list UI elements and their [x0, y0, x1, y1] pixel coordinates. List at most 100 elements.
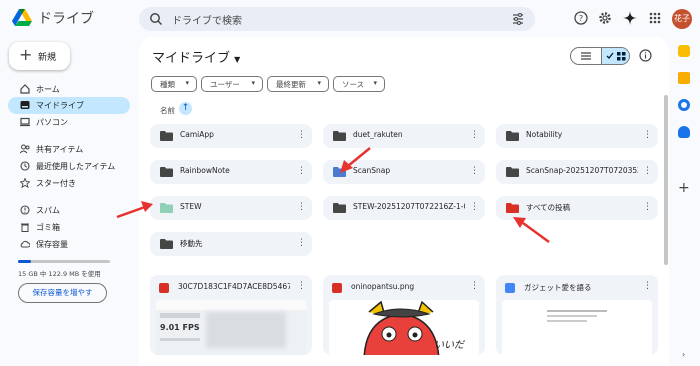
sidebar-item-spam[interactable]: スパム — [8, 202, 130, 219]
sidebar-item-home[interactable]: ホーム — [8, 81, 130, 98]
folder-icon — [160, 239, 173, 249]
more-options-icon[interactable]: ⋮ — [297, 165, 306, 178]
thumbnail-text: 9.01 FPS — [160, 323, 200, 332]
add-addon-icon[interactable]: + — [678, 180, 690, 196]
more-options-icon[interactable]: ⋮ — [297, 129, 306, 142]
folder-icon — [333, 131, 346, 141]
search-icon[interactable] — [149, 12, 163, 26]
svg-text:?: ? — [579, 14, 583, 23]
sidebar-item-label: 保存容量 — [36, 240, 68, 249]
annotation-arrow — [513, 217, 550, 244]
sort-direction-arrow-icon[interactable]: ↑ — [179, 102, 192, 115]
search-input[interactable]: ドライブで検索 — [172, 12, 242, 27]
filter-source-chip[interactable]: ソース ▾ — [333, 76, 385, 92]
filter-people-chip[interactable]: ユーザー ▾ — [201, 76, 263, 92]
keep-icon[interactable] — [678, 72, 690, 84]
sidebar-item-my-drive[interactable]: マイドライブ — [8, 97, 130, 114]
expand-panel-icon[interactable]: › — [682, 350, 685, 359]
folder-item[interactable]: ScanSnap-20251207T072035Z-1-001 ⋮ — [496, 160, 658, 184]
storage-usage-bar — [18, 260, 110, 263]
new-button[interactable]: + 新規 — [9, 42, 70, 70]
grid-view-icon — [606, 52, 626, 61]
more-options-icon[interactable]: ⋮ — [643, 281, 652, 291]
search-bar[interactable]: ドライブで検索 — [139, 7, 535, 31]
spam-icon — [20, 205, 30, 215]
get-more-storage-button[interactable]: 保存容量を増やす — [18, 283, 107, 303]
thumbnail-text: いいだ — [434, 340, 464, 351]
more-options-icon[interactable]: ⋮ — [470, 281, 479, 291]
filter-modified-chip[interactable]: 最終更新 ▾ — [267, 76, 329, 92]
list-view-button[interactable] — [571, 48, 601, 64]
file-name: oninopantsu.png — [351, 282, 415, 291]
people-icon — [20, 144, 30, 154]
more-options-icon[interactable]: ⋮ — [297, 237, 306, 250]
drive-logo-icon[interactable] — [12, 9, 32, 27]
sidebar-item-storage[interactable]: 保存容量 — [8, 236, 130, 253]
more-options-icon[interactable]: ⋮ — [643, 129, 652, 142]
file-card[interactable]: ガジェット愛を語る ⋮ — [496, 275, 658, 355]
more-options-icon[interactable]: ⋮ — [470, 165, 479, 178]
apps-grid-icon[interactable] — [648, 11, 662, 25]
calendar-icon[interactable] — [678, 45, 690, 57]
help-icon[interactable]: ? — [574, 11, 588, 25]
app-title[interactable]: ドライブ — [38, 8, 94, 28]
folder-name: STEW — [180, 202, 202, 211]
drive-icon — [20, 101, 30, 109]
sidebar-item-shared[interactable]: 共有アイテム — [8, 141, 130, 158]
new-button-label: 新規 — [38, 53, 57, 63]
clock-icon — [20, 161, 30, 171]
file-thumbnail: いいだ — [329, 300, 479, 355]
sidebar-item-label: ゴミ箱 — [36, 223, 60, 232]
folder-item[interactable]: STEW-20251207T072216Z-1-001 ⋮ — [323, 196, 485, 220]
file-card[interactable]: oninopantsu.png ⋮ いいだ — [323, 275, 485, 355]
sidebar-item-computers[interactable]: パソコン — [8, 114, 130, 131]
folder-item[interactable]: STEW ⋮ — [150, 196, 312, 220]
sidebar-item-starred[interactable]: スター付き — [8, 175, 130, 192]
sidebar-item-label: 最近使用したアイテム — [36, 162, 116, 171]
search-options-icon[interactable] — [511, 12, 525, 26]
list-view-icon — [581, 52, 591, 60]
more-options-icon[interactable]: ⋮ — [643, 165, 652, 178]
sidebar-item-recent[interactable]: 最近使用したアイテム — [8, 158, 130, 175]
dropdown-arrow-icon: ▾ — [317, 79, 321, 87]
folder-name: RainbowNote — [180, 166, 230, 175]
more-options-icon[interactable]: ⋮ — [643, 201, 652, 214]
storage-usage-text: 15 GB 中 122.9 MB を使用 — [18, 270, 101, 278]
sort-by-name[interactable]: 名前 — [160, 105, 175, 116]
sidebar-item-label: スパム — [36, 206, 60, 215]
filter-type-chip[interactable]: 種類 ▾ — [151, 76, 197, 92]
folder-icon — [160, 167, 173, 177]
folder-name: CamiApp — [180, 130, 214, 139]
image-icon — [332, 283, 342, 293]
folder-item[interactable]: RainbowNote ⋮ — [150, 160, 312, 184]
folder-name: duet_rakuten — [353, 130, 403, 139]
page-title[interactable]: マイドライブ ▼ — [152, 47, 240, 66]
scrollbar[interactable] — [664, 95, 668, 265]
settings-gear-icon[interactable] — [598, 11, 612, 25]
more-options-icon[interactable]: ⋮ — [297, 281, 306, 291]
more-options-icon[interactable]: ⋮ — [470, 129, 479, 142]
folder-icon — [333, 203, 346, 213]
folder-item[interactable]: 移動先 ⋮ — [150, 232, 312, 256]
sidebar-item-label: マイドライブ — [36, 101, 84, 110]
dropdown-arrow-icon: ▾ — [185, 79, 189, 87]
account-avatar[interactable]: 花子 — [672, 9, 692, 29]
chevron-down-icon[interactable]: ▼ — [234, 55, 240, 64]
info-icon[interactable] — [639, 49, 652, 62]
folder-name: ScanSnap-20251207T072035Z-1-001 — [526, 166, 638, 175]
more-options-icon[interactable]: ⋮ — [297, 201, 306, 214]
tasks-icon[interactable] — [678, 99, 690, 111]
sidebar-item-trash[interactable]: ゴミ箱 — [8, 219, 130, 236]
view-toggle[interactable] — [570, 47, 630, 65]
dropdown-arrow-icon: ▾ — [251, 79, 255, 87]
gemini-sparkle-icon[interactable] — [623, 11, 637, 25]
computer-icon — [20, 117, 30, 127]
file-card[interactable]: 30C7D183C1F4D7ACE8D54671... ⋮ 9.01 FPS — [150, 275, 312, 355]
more-options-icon[interactable]: ⋮ — [470, 201, 479, 214]
folder-icon — [160, 131, 173, 141]
folder-item[interactable]: Notability ⋮ — [496, 124, 658, 148]
contacts-icon[interactable] — [678, 126, 690, 138]
folder-item[interactable]: CamiApp ⋮ — [150, 124, 312, 148]
folder-item[interactable]: duet_rakuten ⋮ — [323, 124, 485, 148]
grid-view-button[interactable] — [601, 48, 629, 64]
